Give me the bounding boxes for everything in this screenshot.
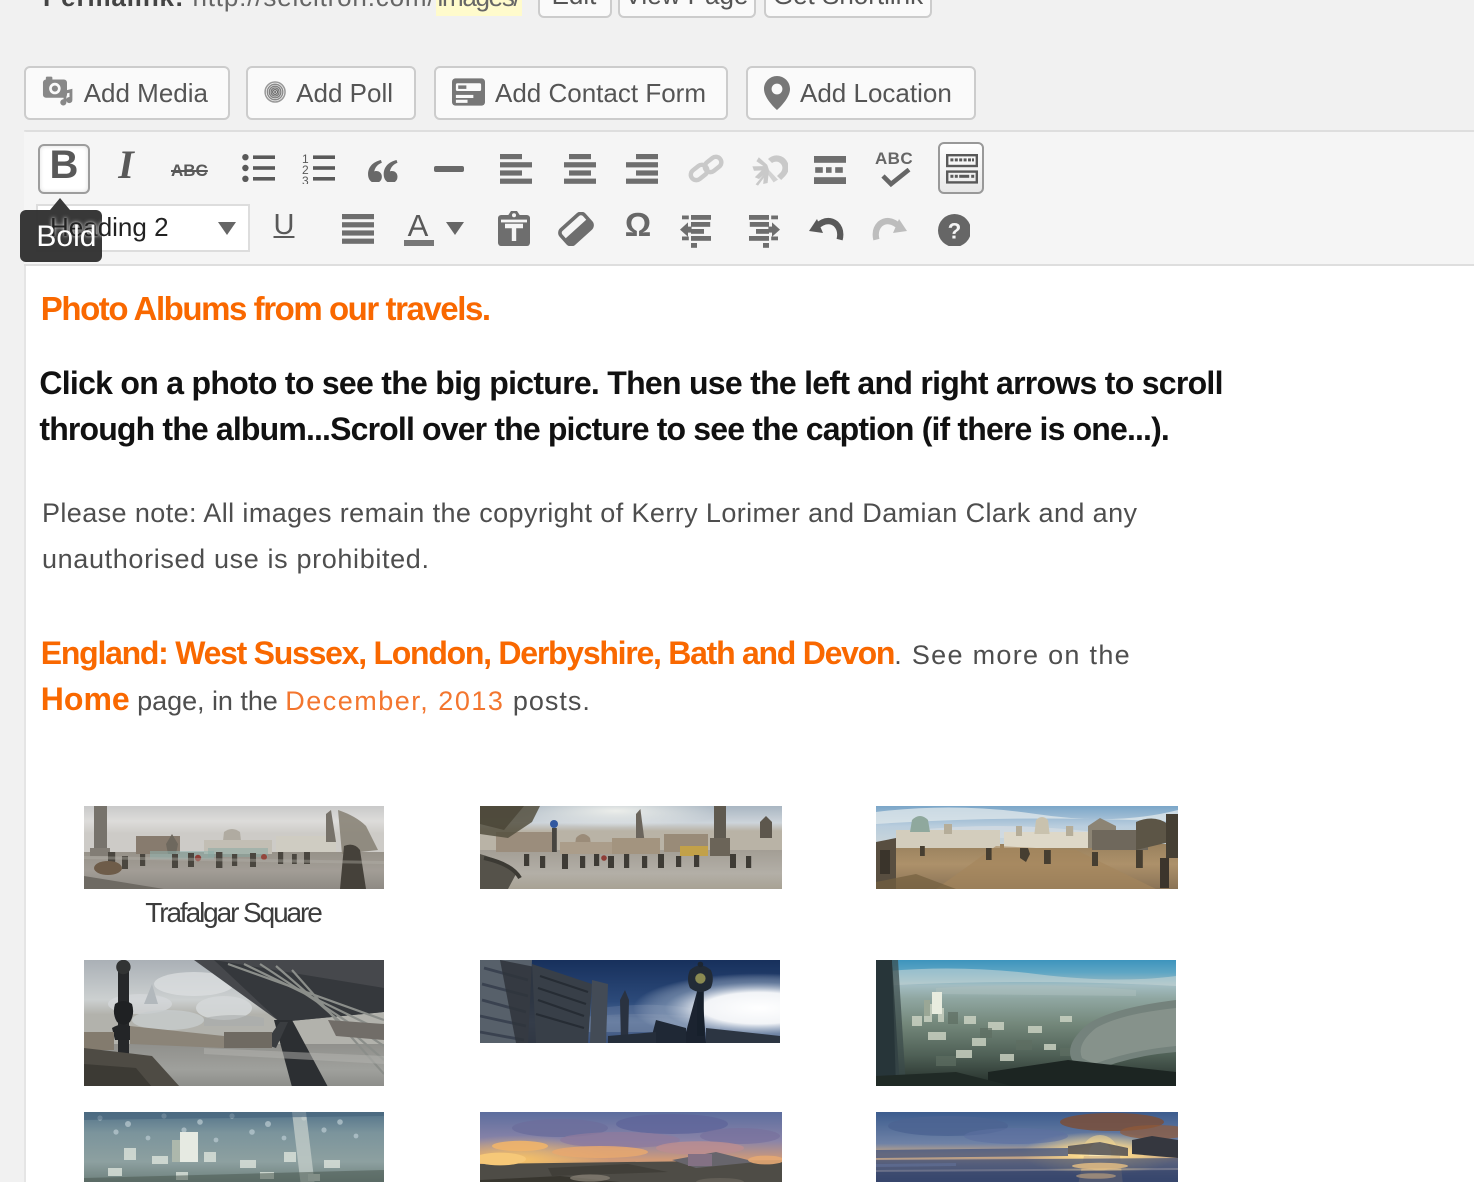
svg-text:?: ? xyxy=(947,217,961,242)
svg-text:3: 3 xyxy=(301,174,308,184)
